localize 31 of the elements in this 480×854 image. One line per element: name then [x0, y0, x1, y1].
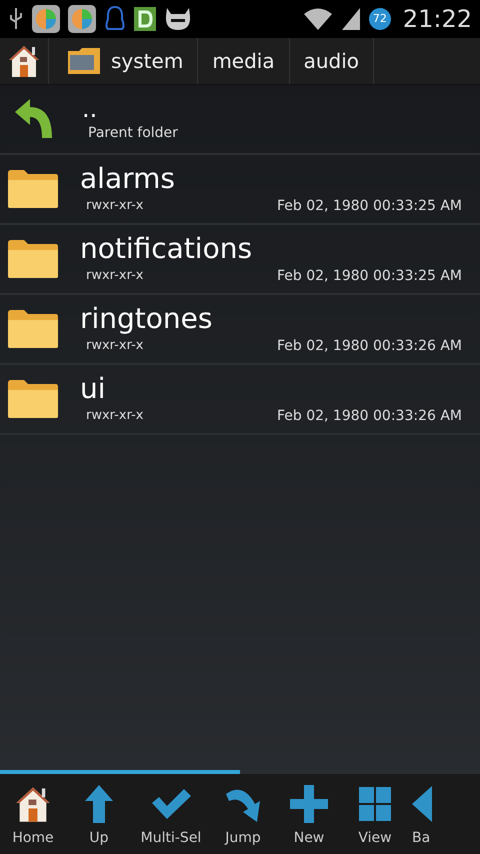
- battery-indicator: 72: [368, 8, 391, 30]
- folder-name: ui: [80, 372, 107, 406]
- breadcrumb-item[interactable]: media: [198, 38, 290, 84]
- modified-date: Feb 02, 1980 00:33:25 AM: [276, 266, 462, 286]
- permissions: rwxr-xr-x: [86, 196, 144, 214]
- folder-row[interactable]: ui rwxr-xr-x Feb 02, 1980 00:33:26 AM: [0, 365, 480, 435]
- breadcrumb-item[interactable]: system: [111, 38, 198, 84]
- toolbar-button[interactable]: New: [280, 779, 338, 849]
- permissions: rwxr-xr-x: [86, 266, 144, 284]
- folder-name: ringtones: [80, 302, 214, 336]
- permissions: rwxr-xr-x: [86, 336, 144, 354]
- toolbar-button[interactable]: Home: [4, 779, 62, 849]
- toolbar-button[interactable]: Multi-Sel: [136, 779, 206, 849]
- breadcrumb-item[interactable]: audio: [290, 38, 374, 84]
- modified-date: Feb 02, 1980 00:33:26 AM: [276, 336, 462, 356]
- toolbar-button[interactable]: Ba: [412, 779, 438, 849]
- folder-row[interactable]: alarms rwxr-xr-x Feb 02, 1980 00:33:25 AM: [0, 155, 480, 225]
- toolbar-button[interactable]: Up: [70, 779, 128, 849]
- modified-date: Feb 02, 1980 00:33:25 AM: [276, 196, 462, 216]
- folder-row[interactable]: ringtones rwxr-xr-x Feb 02, 1980 00:33:26 AM: [0, 295, 480, 365]
- modified-date: Feb 02, 1980 00:33:26 AM: [276, 406, 462, 426]
- folder-name: notifications: [80, 232, 254, 266]
- permissions: rwxr-xr-x: [86, 406, 144, 424]
- toolbar-button[interactable]: Jump: [214, 779, 272, 849]
- clock: 21:22: [402, 4, 472, 35]
- folder-row[interactable]: notifications rwxr-xr-x Feb 02, 1980 00:33:25 AM: [0, 225, 480, 295]
- parent-folder-name: ..: [82, 94, 98, 122]
- folder-name: alarms: [80, 162, 176, 196]
- parent-folder-caption: Parent folder: [88, 124, 178, 142]
- parent-folder-row[interactable]: .. Parent folder: [0, 85, 480, 155]
- toolbar-button[interactable]: View: [346, 779, 404, 849]
